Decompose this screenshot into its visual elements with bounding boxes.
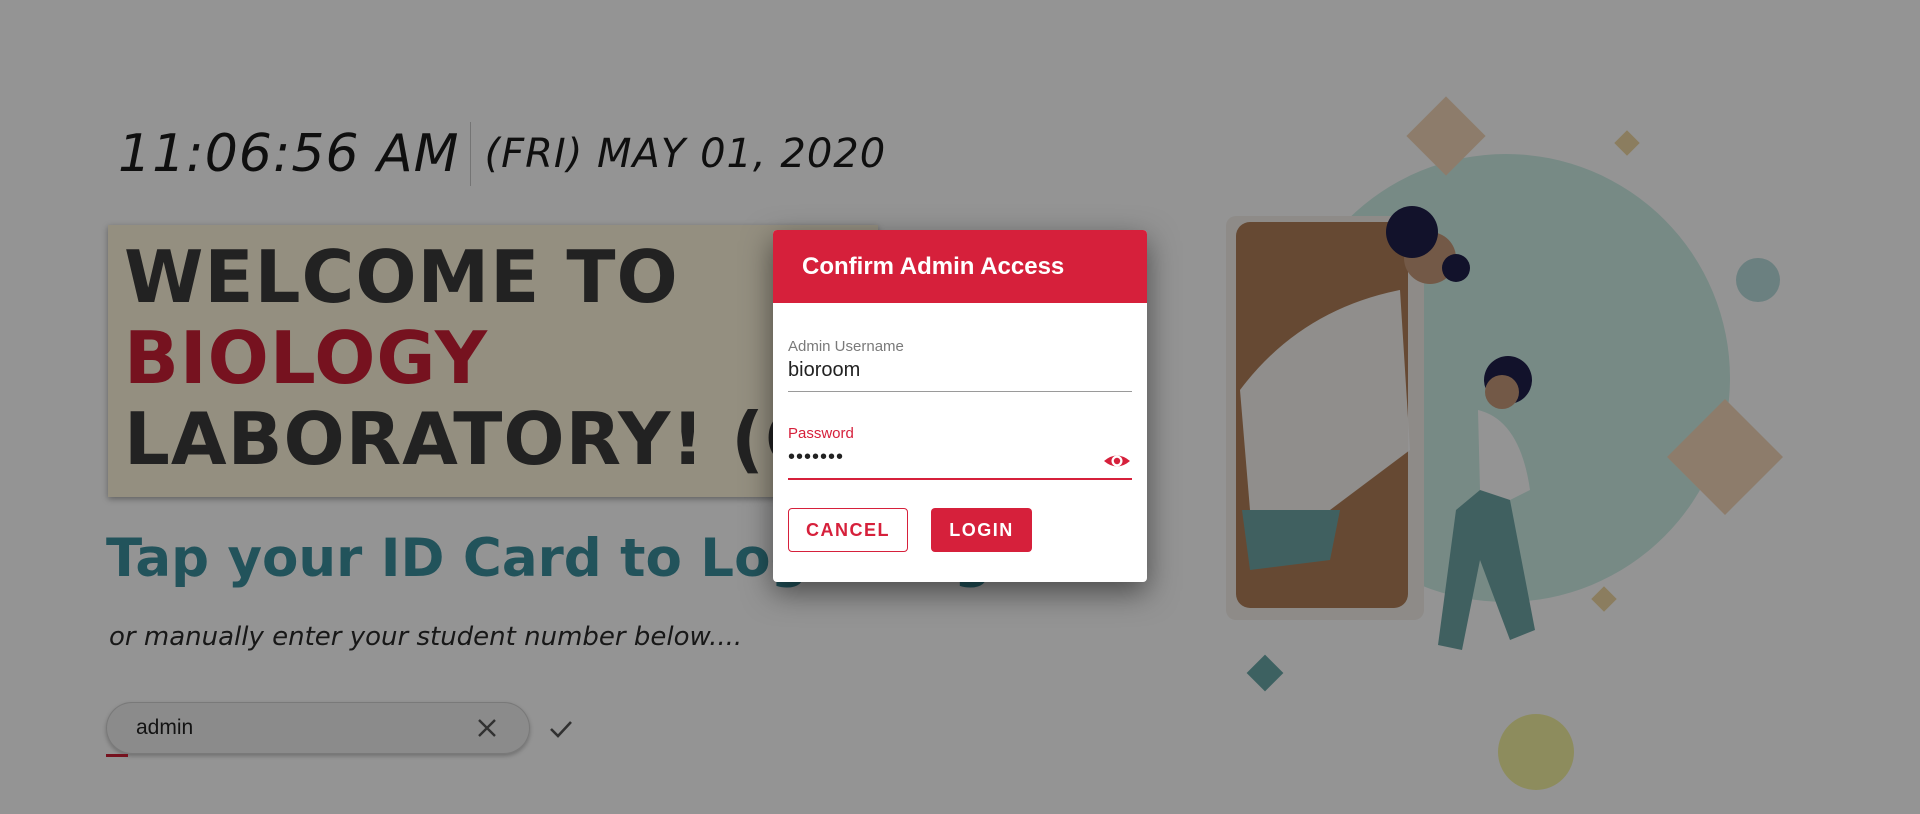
login-button[interactable]: LOGIN: [931, 508, 1032, 552]
admin-username-value[interactable]: bioroom: [788, 359, 1132, 385]
admin-username-label: Admin Username: [788, 338, 904, 355]
cancel-button[interactable]: CANCEL: [788, 508, 908, 552]
admin-username-underline: [788, 391, 1132, 392]
admin-username-field[interactable]: Admin Username bioroom: [788, 338, 1132, 392]
eye-icon[interactable]: [1102, 449, 1132, 473]
password-field[interactable]: Password •••••••: [788, 425, 1132, 480]
admin-access-dialog: Confirm Admin Access Admin Username bior…: [773, 230, 1147, 582]
password-value[interactable]: •••••••: [788, 446, 1132, 472]
password-underline: [788, 478, 1132, 480]
password-label: Password: [788, 425, 854, 442]
dialog-title: Confirm Admin Access: [773, 230, 1147, 303]
